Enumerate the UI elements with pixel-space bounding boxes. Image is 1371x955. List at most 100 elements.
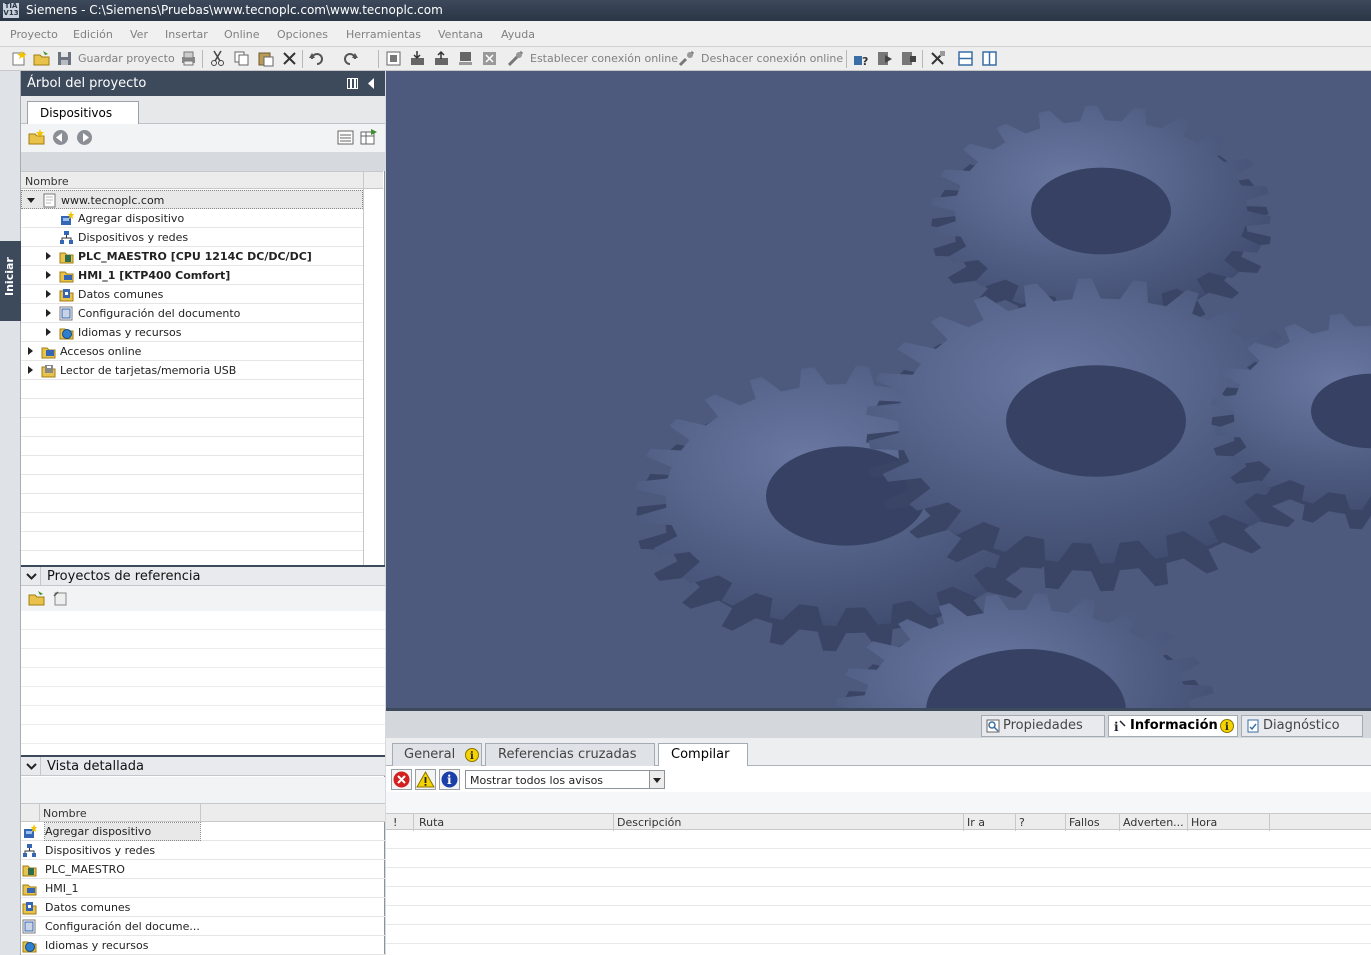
chevron-down-icon[interactable] [26,761,37,772]
tree-item[interactable]: Accesos online [21,342,363,361]
menu-ayuda[interactable]: Ayuda [501,28,535,41]
tree-item[interactable]: www.tecnoplc.com [21,190,363,209]
menu-proyecto[interactable]: Proyecto [10,28,58,41]
detail-item[interactable]: HMI_1 [21,879,385,898]
expanded-arrow-icon[interactable] [27,198,35,203]
collapse-panel-icon[interactable] [367,78,375,89]
detail-column-name[interactable]: Nombre [43,807,87,820]
expand-arrow-icon[interactable] [46,252,51,260]
start-cpu-icon[interactable] [876,50,893,67]
tab-diagnostics[interactable]: Diagnóstico [1241,715,1363,737]
detail-item[interactable]: Datos comunes [21,898,385,917]
project-tree-header: Árbol del proyecto [21,71,385,96]
show-info-button[interactable]: i [439,769,460,790]
stop-cpu-icon[interactable] [900,50,917,67]
chevron-down-icon[interactable] [26,571,37,582]
message-filter-dropdown[interactable]: Mostrar todos los avisos [465,770,665,789]
go-online-icon[interactable] [507,50,524,67]
simulation-icon[interactable] [457,50,474,67]
tab-devices[interactable]: Dispositivos [27,101,139,125]
tree-item[interactable]: Datos comunes [21,285,363,304]
tree-item[interactable]: Lector de tarjetas/memoria USB [21,361,363,380]
menu-herramientas[interactable]: Herramientas [346,28,421,41]
undo-icon[interactable] [308,50,325,67]
expand-arrow-icon[interactable] [46,290,51,298]
expand-arrow-icon[interactable] [46,271,51,279]
detail-item[interactable]: Idiomas y recursos [21,936,385,955]
cross-reference-icon[interactable] [929,50,946,67]
open-reference-project-icon[interactable] [28,590,45,607]
pin-icon[interactable] [347,78,358,89]
expand-arrow-icon[interactable] [46,309,51,317]
copy-icon[interactable] [233,50,250,67]
tree-item[interactable]: Dispositivos y redes [21,228,363,247]
col-time[interactable]: Hora [1191,816,1217,829]
delete-icon[interactable] [281,50,298,67]
go-online-button[interactable]: Establecer conexión online [530,52,678,65]
go-offline-button[interactable]: Deshacer conexión online [701,52,843,65]
col-goto[interactable]: Ir a [967,816,985,829]
col-errors[interactable]: Fallos [1069,816,1100,829]
start-simulation-icon[interactable] [481,50,498,67]
menu-opciones[interactable]: Opciones [277,28,328,41]
col-severity[interactable]: ! [393,816,397,829]
new-project-icon[interactable] [10,50,27,67]
tree-item[interactable]: PLC_MAESTRO [CPU 1214C DC/DC/DC] [21,247,363,266]
tree-item[interactable]: HMI_1 [KTP400 Comfort] [21,266,363,285]
expand-arrow-icon[interactable] [28,347,33,355]
col-path[interactable]: Ruta [419,816,444,829]
paste-icon[interactable] [257,50,274,67]
tree-item[interactable]: Configuración del documento [21,304,363,323]
task-card-sidebar: Iniciar [0,71,21,955]
detail-item[interactable]: Configuración del docume... [21,917,385,936]
upload-from-device-icon[interactable] [433,50,450,67]
detail-item[interactable]: Dispositivos y redes [21,841,385,860]
detail-view-header[interactable]: Vista detallada [21,755,385,776]
go-offline-icon[interactable] [678,50,695,67]
split-vertical-icon[interactable] [981,50,998,67]
col-description[interactable]: Descripción [617,816,681,829]
table-settings-icon[interactable] [360,129,377,146]
overview-icon[interactable] [337,129,354,146]
redo-icon[interactable] [342,50,359,67]
expand-arrow-icon[interactable] [46,328,51,336]
show-errors-button[interactable] [391,769,412,790]
expand-arrow-icon[interactable] [28,366,33,374]
save-project-button[interactable]: Guardar proyecto [78,52,175,65]
menu-online[interactable]: Online [224,28,259,41]
detail-item-label: Agregar dispositivo [44,822,201,841]
column-name-header[interactable]: Nombre [25,175,69,188]
menu-ventana[interactable]: Ventana [438,28,483,41]
tab-properties[interactable]: Propiedades [981,715,1105,737]
compile-icon[interactable] [385,50,402,67]
tree-item[interactable]: Idiomas y recursos [21,323,363,342]
accessible-devices-icon[interactable]: ? [852,50,869,67]
close-reference-project-icon[interactable] [52,590,69,607]
message-table-header: ! Ruta Descripción Ir a ? Fallos Adverte… [386,813,1371,831]
tab-info[interactable]: i Información i [1108,715,1238,737]
tree-item[interactable]: Agregar dispositivo [21,209,363,228]
print-icon[interactable] [180,50,197,67]
subtab-compile[interactable]: Compilar [658,743,748,766]
chevron-down-icon[interactable] [649,771,664,788]
show-warnings-button[interactable] [415,769,436,790]
menu-edicion[interactable]: Edición [73,28,113,41]
subtab-general[interactable]: General i [392,743,482,766]
open-project-icon[interactable] [33,50,50,67]
subtab-cross-references[interactable]: Referencias cruzadas [485,743,655,766]
split-horizontal-icon[interactable] [957,50,974,67]
col-help[interactable]: ? [1019,816,1025,829]
side-tab-start[interactable]: Iniciar [0,241,21,321]
menu-insertar[interactable]: Insertar [165,28,208,41]
forward-icon[interactable] [76,129,93,146]
save-icon[interactable] [56,50,73,67]
cut-icon[interactable] [209,50,226,67]
back-icon[interactable] [52,129,69,146]
new-group-icon[interactable] [28,129,45,146]
detail-item[interactable]: PLC_MAESTRO [21,860,385,879]
menu-ver[interactable]: Ver [130,28,148,41]
detail-item[interactable]: Agregar dispositivo [21,822,385,841]
col-warnings[interactable]: Adverten... [1123,816,1184,829]
download-to-device-icon[interactable] [409,50,426,67]
reference-projects-header[interactable]: Proyectos de referencia [21,565,385,586]
